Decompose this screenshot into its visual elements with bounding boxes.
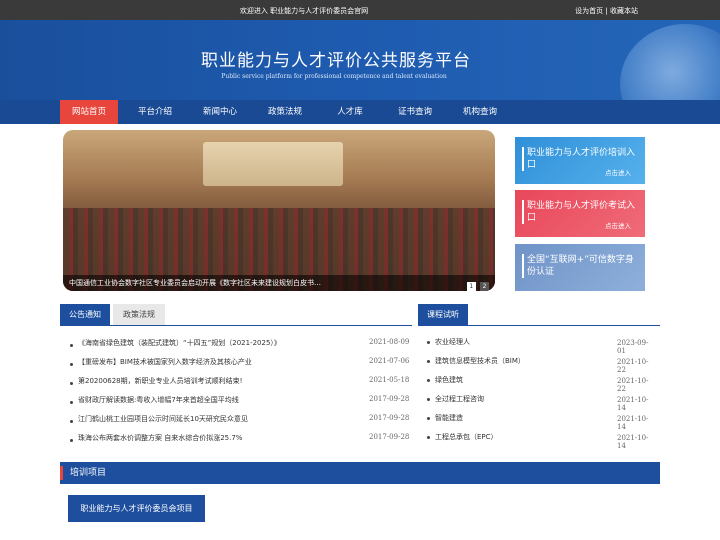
training-entry-button[interactable]: 职业能力与人才评价培训入口 点击进入 bbox=[515, 137, 645, 184]
project-button[interactable]: 职业能力与人才评价委员会项目 bbox=[68, 495, 205, 522]
nav-item-news[interactable]: 新闻中心 bbox=[193, 100, 247, 124]
main-nav: 网站首页 平台介绍 新闻中心 政策法规 人才库 证书查询 机构查询 bbox=[0, 100, 720, 124]
list-item: 珠海公布两套水价调整方案 自来水综合价拟涨25.7% 2017-09-28 bbox=[70, 433, 415, 451]
list-item: 省财政厅解读数据:粤收入增幅7年来首超全国平均线 2017-09-28 bbox=[70, 395, 415, 413]
training-section-header: 培训项目 bbox=[60, 462, 660, 484]
list-item: 《海南省绿色建筑（装配式建筑）“十四五”规划（2021-2025）》 2021-… bbox=[70, 338, 415, 356]
notice-date: 2021-08-09 bbox=[369, 338, 410, 346]
slide-pager: 1 2 bbox=[465, 278, 489, 291]
tab-policy[interactable]: 政策法规 bbox=[113, 304, 165, 325]
tab-courses[interactable]: 课程试听 bbox=[418, 304, 468, 325]
section-accent-bar bbox=[60, 466, 63, 480]
bullet-icon bbox=[427, 417, 430, 420]
bullet-icon bbox=[427, 398, 430, 401]
bullet-icon bbox=[70, 439, 73, 442]
course-date: 2021-10-22 bbox=[617, 377, 649, 393]
list-item: 农业经理人 2023-09-01 bbox=[427, 337, 651, 355]
set-home-link[interactable]: 设为首页 bbox=[575, 7, 603, 15]
list-item: 【重磅发布】BIM技术被国家列入数字经济及其核心产业 2021-07-06 bbox=[70, 357, 415, 375]
entry-accent-bar bbox=[522, 200, 524, 224]
bullet-icon bbox=[427, 379, 430, 382]
notice-tabs: 公告通知 政策法规 bbox=[60, 304, 412, 326]
notice-title[interactable]: 第20200628期，新职业专业人员培训考试顺利结束! bbox=[78, 376, 242, 386]
bullet-icon bbox=[427, 341, 430, 344]
course-title[interactable]: 建筑信息模型技术员（BIM） bbox=[435, 356, 525, 366]
banner-caption-bar: 中国通信工业协会数字社区专业委员会启动开展《数字社区未来建设规划白皮书… 1 2 bbox=[63, 275, 495, 291]
nav-item-home[interactable]: 网站首页 bbox=[60, 100, 118, 124]
bullet-icon bbox=[70, 363, 73, 366]
entry-sub: 点击进入 bbox=[605, 169, 631, 177]
digital-id-entry-button[interactable]: 全国“互联网+”可信数字身份认证 bbox=[515, 244, 645, 291]
course-tabs: 课程试听 bbox=[418, 304, 660, 326]
course-title[interactable]: 农业经理人 bbox=[435, 337, 470, 347]
slide-dot-2[interactable]: 2 bbox=[480, 282, 489, 291]
welcome-text: 欢迎进入 职业能力与人才评价委员会官网 bbox=[239, 7, 369, 15]
notice-date: 2017-09-28 bbox=[369, 395, 410, 403]
training-heading: 培训项目 bbox=[70, 468, 107, 478]
exam-entry-button[interactable]: 职业能力与人才评价考试入口 点击进入 bbox=[515, 190, 645, 237]
top-links: 设为首页 | 收藏本站 bbox=[575, 6, 638, 16]
course-date: 2021-10-22 bbox=[617, 358, 649, 374]
list-item: 建筑信息模型技术员（BIM） 2021-10-22 bbox=[427, 356, 651, 374]
link-separator: | bbox=[605, 7, 608, 15]
notice-title[interactable]: 省财政厅解读数据:粤收入增幅7年来首超全国平均线 bbox=[78, 395, 239, 405]
site-title: 职业能力与人才评价公共服务平台 bbox=[201, 51, 471, 71]
notice-date: 2021-05-18 bbox=[369, 376, 410, 384]
bullet-icon bbox=[427, 436, 430, 439]
nav-item-talent[interactable]: 人才库 bbox=[323, 100, 377, 124]
list-item: 智能建造 2021-10-14 bbox=[427, 413, 651, 431]
notice-title[interactable]: 珠海公布两套水价调整方案 自来水综合价拟涨25.7% bbox=[78, 433, 242, 443]
entry-sub: 点击进入 bbox=[605, 222, 631, 230]
nav-item-about[interactable]: 平台介绍 bbox=[128, 100, 182, 124]
entry-accent-bar bbox=[522, 147, 524, 171]
tab-notices[interactable]: 公告通知 bbox=[60, 304, 110, 325]
nav-item-certificate[interactable]: 证书查询 bbox=[388, 100, 442, 124]
banner-caption[interactable]: 中国通信工业协会数字社区专业委员会启动开展《数字社区未来建设规划白皮书… bbox=[69, 275, 321, 291]
course-title[interactable]: 智能建造 bbox=[435, 413, 463, 423]
site-subtitle: Public service platform for professional… bbox=[221, 73, 447, 80]
notice-title[interactable]: 【重磅发布】BIM技术被国家列入数字经济及其核心产业 bbox=[78, 357, 252, 367]
list-item: 第20200628期，新职业专业人员培训考试顺利结束! 2021-05-18 bbox=[70, 376, 415, 394]
banner-slideshow[interactable]: 中国通信工业协会数字社区专业委员会启动开展《数字社区未来建设规划白皮书… 1 2 bbox=[63, 130, 495, 291]
site-header: 职业能力与人才评价公共服务平台 Public service platform … bbox=[0, 20, 720, 100]
course-date: 2023-09-01 bbox=[617, 339, 649, 355]
course-date: 2021-10-14 bbox=[617, 434, 649, 450]
bullet-icon bbox=[70, 382, 73, 385]
nav-item-policy[interactable]: 政策法规 bbox=[258, 100, 312, 124]
notice-title[interactable]: 江门鹤山桃工业园项目公示时间延长10天研究民众意见 bbox=[78, 414, 248, 424]
list-item: 全过程工程咨询 2021-10-14 bbox=[427, 394, 651, 412]
course-date: 2021-10-14 bbox=[617, 415, 649, 431]
list-item: 江门鹤山桃工业园项目公示时间延长10天研究民众意见 2017-09-28 bbox=[70, 414, 415, 432]
nav-item-institution[interactable]: 机构查询 bbox=[453, 100, 507, 124]
bookmark-link[interactable]: 收藏本站 bbox=[610, 7, 638, 15]
bullet-icon bbox=[70, 344, 73, 347]
course-title[interactable]: 工程总承包（EPC） bbox=[435, 432, 498, 442]
notice-date: 2017-09-28 bbox=[369, 414, 410, 422]
bullet-icon bbox=[427, 360, 430, 363]
list-item: 绿色建筑 2021-10-22 bbox=[427, 375, 651, 393]
entry-label: 全国“互联网+”可信数字身份认证 bbox=[527, 255, 634, 277]
entry-accent-bar bbox=[522, 254, 524, 278]
slide-dot-1[interactable]: 1 bbox=[466, 282, 476, 291]
bullet-icon bbox=[70, 401, 73, 404]
list-item: 工程总承包（EPC） 2021-10-14 bbox=[427, 432, 651, 450]
notice-date: 2021-07-06 bbox=[369, 357, 410, 365]
banner-photo-stage bbox=[203, 142, 343, 186]
course-title[interactable]: 全过程工程咨询 bbox=[435, 394, 484, 404]
notice-date: 2017-09-28 bbox=[369, 433, 410, 441]
notice-title[interactable]: 《海南省绿色建筑（装配式建筑）“十四五”规划（2021-2025）》 bbox=[78, 338, 281, 348]
top-bar: 欢迎进入 职业能力与人才评价委员会官网 设为首页 | 收藏本站 bbox=[0, 0, 720, 20]
course-date: 2021-10-14 bbox=[617, 396, 649, 412]
course-title[interactable]: 绿色建筑 bbox=[435, 375, 463, 385]
bullet-icon bbox=[70, 420, 73, 423]
